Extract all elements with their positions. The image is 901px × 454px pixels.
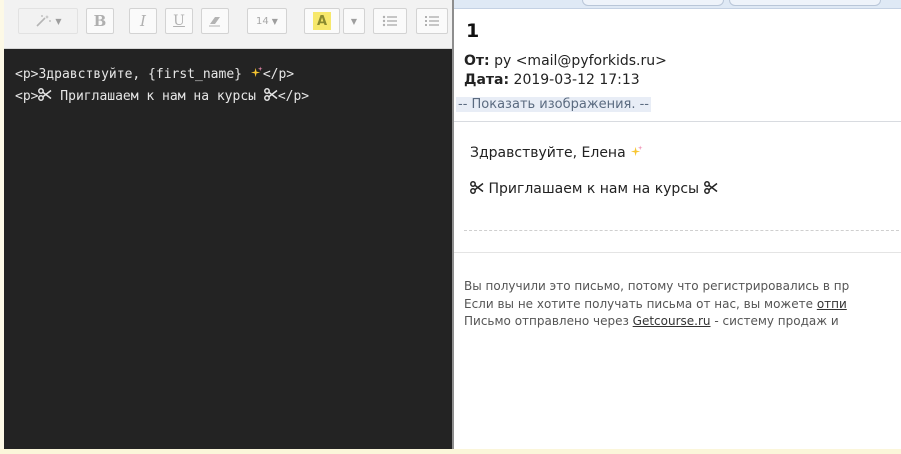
email-from: От: ру <mail@pyforkids.ru> (464, 53, 667, 69)
footer-line-3-rest: - систему продаж и (710, 314, 839, 328)
date-value: 2019-03-12 17:13 (513, 72, 640, 88)
footer-line-1: Вы получили это письмо, потому что регис… (464, 279, 850, 293)
chevron-down-icon: ▼ (271, 16, 278, 26)
from-label: От: (464, 53, 490, 69)
code-line-1: <p>Здравствуйте, {first_name} </p> (15, 66, 294, 82)
text-color-dropdown[interactable]: ▼ (343, 8, 365, 34)
window-tabbar (454, 0, 901, 9)
numbered-list-button[interactable] (416, 8, 448, 34)
dashed-divider (464, 230, 901, 232)
bottom-strip (0, 449, 901, 454)
code-line-2-close: </p> (277, 89, 310, 104)
footer-line-2-text: Если вы не хотите получать письма от нас… (464, 297, 817, 311)
footer-divider (454, 252, 901, 253)
from-value: ру <mail@pyforkids.ru> (494, 53, 667, 69)
font-size-select[interactable]: 14 ▼ (247, 8, 287, 34)
email-date: Дата: 2019-03-12 17:13 (464, 72, 640, 88)
invite-text: Приглашаем к нам на курсы (484, 181, 704, 197)
email-preview-pane: 1 От: ру <mail@pyforkids.ru> Дата: 2019-… (452, 0, 901, 449)
scissors-icon (470, 181, 484, 194)
sparkles-icon (250, 66, 263, 78)
bold-button[interactable]: B (86, 8, 114, 34)
sparkles-icon (631, 145, 643, 157)
editor-toolbar: ▼ B I U 14 ▼ A ▼ (4, 0, 452, 49)
greeting-text: Здравствуйте, Елена (470, 145, 631, 161)
text-color-button[interactable]: A (304, 8, 340, 34)
chevron-down-icon: ▼ (55, 16, 62, 26)
date-label: Дата: (464, 72, 510, 88)
chevron-down-icon: ▼ (350, 16, 358, 26)
italic-button[interactable]: I (129, 8, 157, 34)
code-line-2-text: Приглашаем к нам на курсы (52, 89, 264, 104)
font-size-value: 14 (256, 15, 269, 27)
underline-button[interactable]: U (165, 8, 193, 34)
unsubscribe-link[interactable]: отпи (817, 297, 847, 311)
numbered-list-icon (425, 16, 439, 26)
clear-format-button[interactable] (201, 8, 229, 34)
scissors-icon (38, 88, 52, 101)
window-tab[interactable] (582, 0, 724, 6)
scissors-icon (703, 181, 717, 194)
window-tab[interactable] (729, 0, 881, 6)
footer-line-3: Письмо отправлено через Getcourse.ru - с… (464, 314, 901, 328)
magic-wand-icon (36, 15, 52, 27)
getcourse-link[interactable]: Getcourse.ru (633, 314, 711, 328)
header-divider (454, 121, 901, 122)
scissors-icon (263, 88, 278, 101)
code-line-2: <p> Приглашаем к нам на курсы </p> (15, 88, 309, 104)
footer-line-2: Если вы не хотите получать письма от нас… (464, 297, 901, 311)
show-images-link[interactable]: -- Показать изображения. -- (456, 97, 651, 112)
html-editor-pane: ▼ B I U 14 ▼ A ▼ <p>Здравствуйте, {first… (4, 0, 452, 449)
magic-format-button[interactable]: ▼ (18, 8, 78, 34)
bulleted-list-icon (382, 15, 397, 27)
email-invite: Приглашаем к нам на курсы (470, 181, 718, 197)
email-greeting: Здравствуйте, Елена (470, 145, 643, 161)
text-color-letter: A (313, 12, 331, 30)
code-line-1-text: <p>Здравствуйте, {first_name} (15, 67, 250, 82)
code-line-1-close: </p> (262, 67, 295, 82)
bulleted-list-button[interactable] (373, 8, 407, 34)
email-subject: 1 (466, 20, 480, 42)
footer-line-3-text: Письмо отправлено через (464, 314, 633, 328)
code-line-2-open: <p> (15, 89, 39, 104)
eraser-icon (209, 17, 220, 27)
